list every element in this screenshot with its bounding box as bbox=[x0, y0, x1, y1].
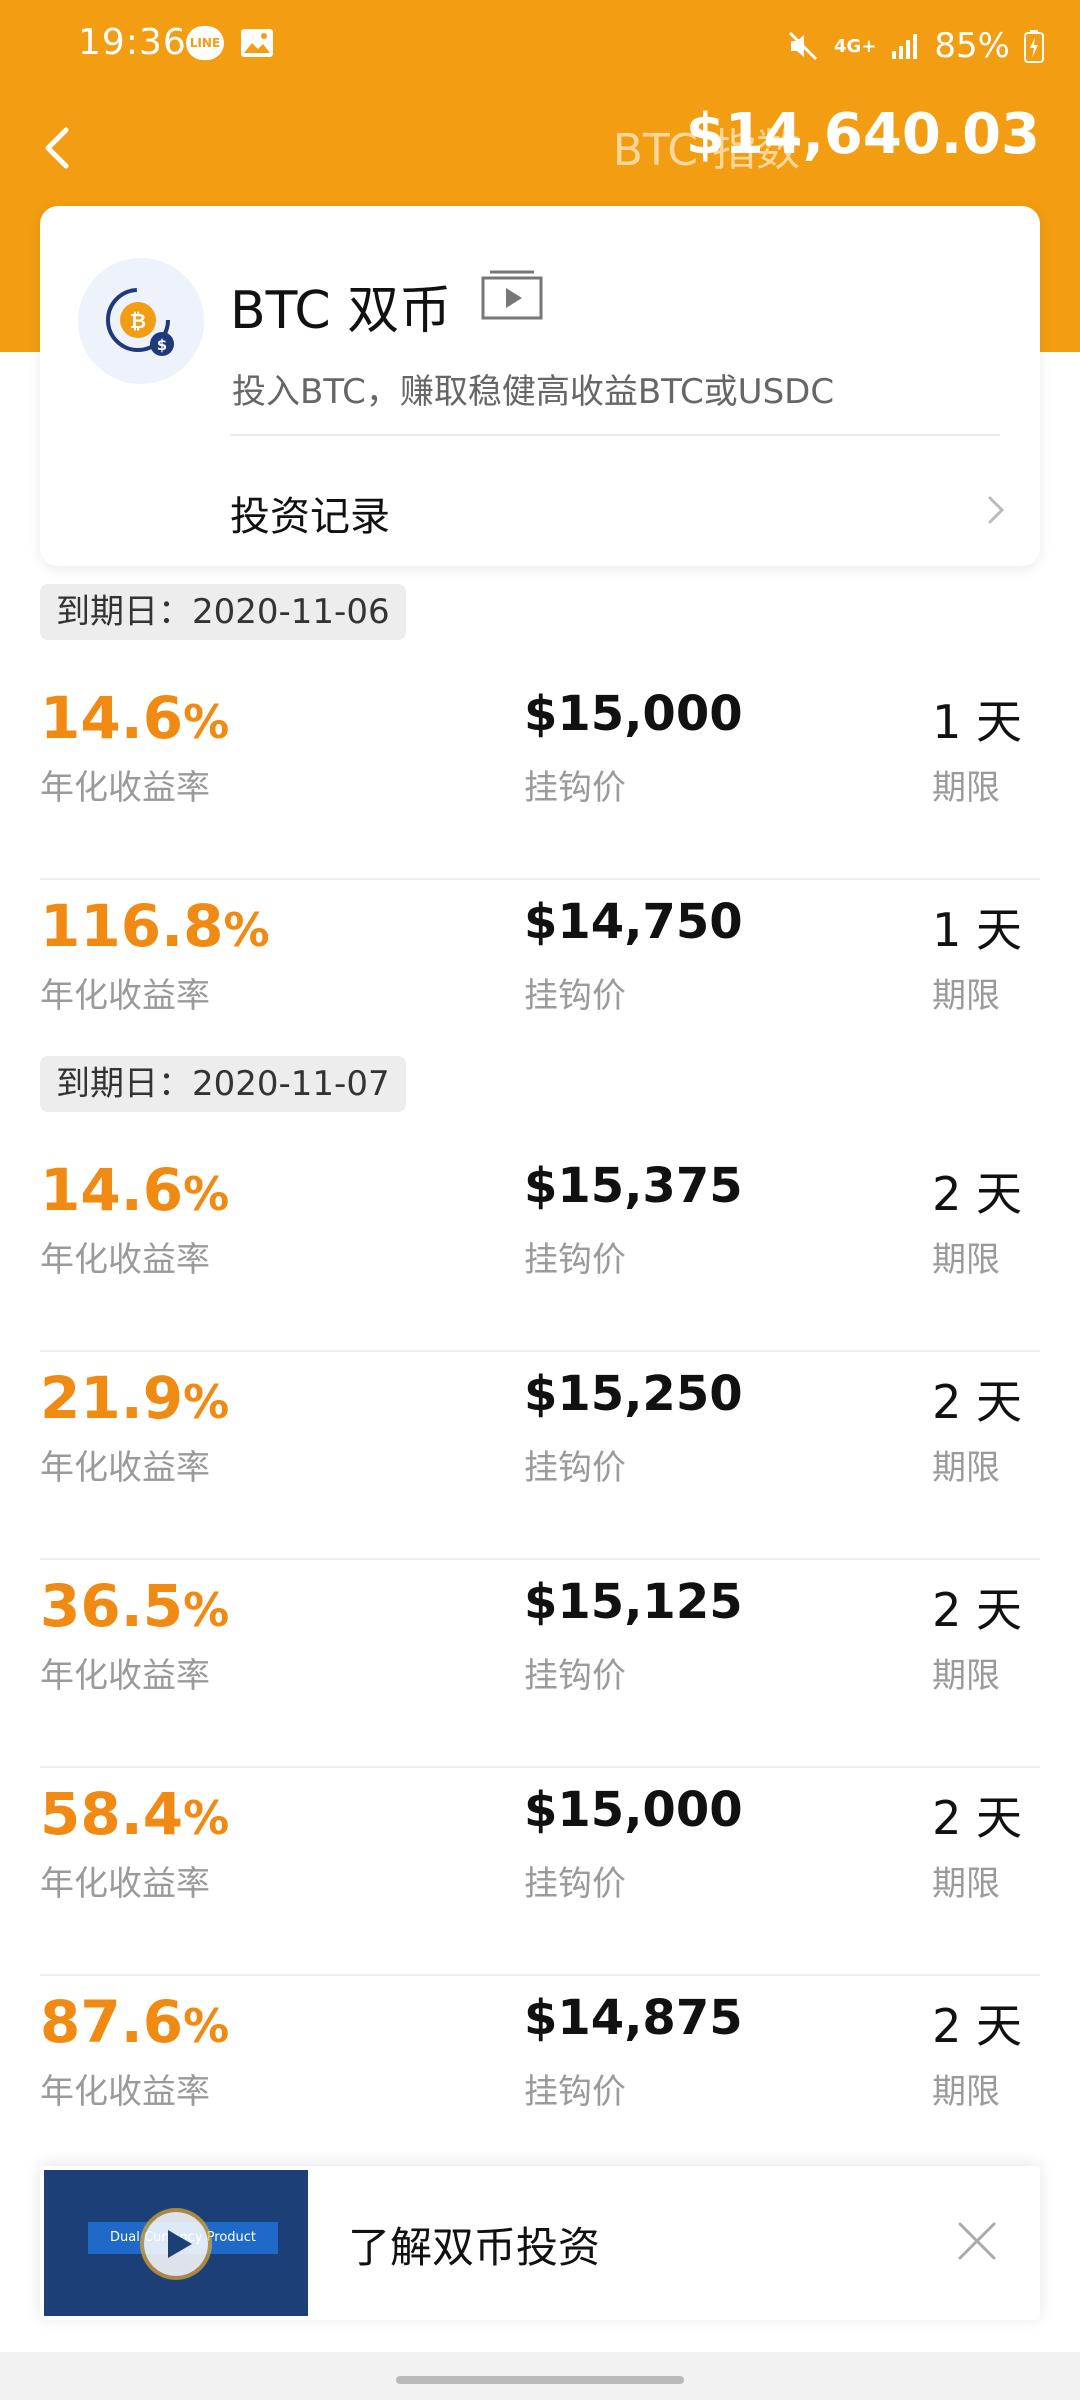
status-time: 19:36 bbox=[78, 22, 187, 63]
strike-price-label: 挂钩价 bbox=[524, 976, 626, 1016]
term-value: 1 天 bbox=[932, 695, 1022, 749]
annual-rate-value: 21.9% bbox=[40, 1364, 230, 1432]
back-button[interactable] bbox=[30, 110, 90, 182]
maturity-date-tag: 到期日：2020-11-07 bbox=[40, 1056, 406, 1112]
product-row[interactable]: 36.5% 年化收益率 $15,125 挂钩价 2 天 期限 bbox=[40, 1560, 1040, 1768]
btc-index-value: $14,640.03 bbox=[685, 102, 1040, 167]
annual-rate-value: 14.6% bbox=[40, 1156, 230, 1224]
strike-price-value: $15,000 bbox=[524, 1782, 743, 1838]
close-icon[interactable] bbox=[954, 2218, 1000, 2264]
product-title: BTC 双币 bbox=[230, 281, 452, 341]
date-prefix: 到期日： bbox=[56, 592, 192, 632]
strike-price-value: $15,125 bbox=[524, 1574, 743, 1630]
term-value: 1 天 bbox=[932, 903, 1022, 957]
investment-records-link[interactable]: 投资记录 bbox=[40, 436, 1040, 566]
system-nav-bar bbox=[0, 2352, 1080, 2400]
home-indicator[interactable] bbox=[396, 2376, 684, 2384]
annual-rate-label: 年化收益率 bbox=[40, 1448, 210, 1488]
term-value: 2 天 bbox=[932, 1999, 1022, 2053]
date-value: 2020-11-06 bbox=[192, 592, 390, 632]
battery-percent: 85% bbox=[934, 26, 1010, 66]
term-value: 2 天 bbox=[932, 1791, 1022, 1845]
annual-rate-label: 年化收益率 bbox=[40, 1656, 210, 1696]
strike-price-value: $14,750 bbox=[524, 894, 743, 950]
date-prefix: 到期日： bbox=[56, 1064, 192, 1104]
product-row[interactable]: 21.9% 年化收益率 $15,250 挂钩价 2 天 期限 bbox=[40, 1352, 1040, 1560]
maturity-date-tag: 到期日：2020-11-06 bbox=[40, 584, 406, 640]
date-value: 2020-11-07 bbox=[192, 1064, 390, 1104]
term-value: 2 天 bbox=[932, 1167, 1022, 1221]
annual-rate-value: 36.5% bbox=[40, 1572, 230, 1640]
annual-rate-label: 年化收益率 bbox=[40, 1240, 210, 1280]
svg-text:₿: ₿ bbox=[130, 309, 146, 333]
strike-price-label: 挂钩价 bbox=[524, 768, 626, 808]
term-label: 期限 bbox=[932, 976, 1000, 1016]
annual-rate-value: 14.6% bbox=[40, 684, 230, 752]
term-label: 期限 bbox=[932, 1448, 1000, 1488]
status-bar: 19:36 LINE 4G+ 85% bbox=[0, 0, 1080, 92]
term-value: 2 天 bbox=[932, 1375, 1022, 1429]
promo-text: 了解双币投资 bbox=[348, 2223, 601, 2272]
strike-price-label: 挂钩价 bbox=[524, 1240, 626, 1280]
svg-text:$: $ bbox=[157, 336, 167, 354]
chevron-right-icon bbox=[988, 496, 1005, 524]
term-label: 期限 bbox=[932, 2072, 1000, 2112]
term-label: 期限 bbox=[932, 1240, 1000, 1280]
status-right-group: 4G+ 85% bbox=[786, 22, 1044, 70]
strike-price-value: $14,875 bbox=[524, 1990, 743, 2046]
annual-rate-value: 58.4% bbox=[40, 1780, 230, 1848]
annual-rate-value: 116.8% bbox=[40, 892, 270, 960]
strike-price-value: $15,250 bbox=[524, 1366, 743, 1422]
term-value: 2 天 bbox=[932, 1583, 1022, 1637]
term-label: 期限 bbox=[932, 1656, 1000, 1696]
line-app-icon: LINE bbox=[186, 26, 224, 60]
annual-rate-value: 87.6% bbox=[40, 1988, 230, 2056]
term-label: 期限 bbox=[932, 768, 1000, 808]
learn-dual-currency-banner[interactable]: Dual Currency Product 了解双币投资 bbox=[40, 2166, 1040, 2320]
video-play-icon[interactable] bbox=[480, 268, 544, 322]
battery-charging-icon bbox=[1024, 30, 1044, 63]
strike-price-label: 挂钩价 bbox=[524, 2072, 626, 2112]
network-label: 4G+ bbox=[834, 35, 877, 57]
strike-price-label: 挂钩价 bbox=[524, 1864, 626, 1904]
annual-rate-label: 年化收益率 bbox=[40, 2072, 210, 2112]
strike-price-label: 挂钩价 bbox=[524, 1448, 626, 1488]
signal-icon bbox=[892, 34, 918, 59]
promo-video-thumbnail[interactable]: Dual Currency Product bbox=[44, 2170, 308, 2316]
header: BTC 指数 $14,640.03 bbox=[0, 92, 1080, 202]
strike-price-value: $15,000 bbox=[524, 686, 743, 742]
product-row[interactable]: 87.6% 年化收益率 $14,875 挂钩价 2 天 期限 bbox=[40, 1976, 1040, 2184]
strike-price-value: $15,375 bbox=[524, 1158, 743, 1214]
product-subtitle: 投入BTC，赚取稳健高收益BTC或USDC bbox=[232, 372, 835, 412]
mute-icon bbox=[788, 31, 818, 61]
term-label: 期限 bbox=[932, 1864, 1000, 1904]
btc-usd-coin-icon: ₿ $ bbox=[78, 258, 204, 384]
gallery-icon bbox=[241, 29, 273, 57]
annual-rate-label: 年化收益率 bbox=[40, 1864, 210, 1904]
product-row[interactable]: 58.4% 年化收益率 $15,000 挂钩价 2 天 期限 bbox=[40, 1768, 1040, 1976]
investment-records-label: 投资记录 bbox=[230, 494, 390, 540]
play-icon[interactable] bbox=[144, 2212, 208, 2276]
product-row[interactable]: 14.6% 年化收益率 $15,000 挂钩价 1 天 期限 bbox=[40, 672, 1040, 880]
strike-price-label: 挂钩价 bbox=[524, 1656, 626, 1696]
annual-rate-label: 年化收益率 bbox=[40, 976, 210, 1016]
product-row[interactable]: 14.6% 年化收益率 $15,375 挂钩价 2 天 期限 bbox=[40, 1144, 1040, 1352]
annual-rate-label: 年化收益率 bbox=[40, 768, 210, 808]
product-card: ₿ $ BTC 双币 投入BTC，赚取稳健高收益BTC或USDC 投资记录 bbox=[40, 206, 1040, 566]
